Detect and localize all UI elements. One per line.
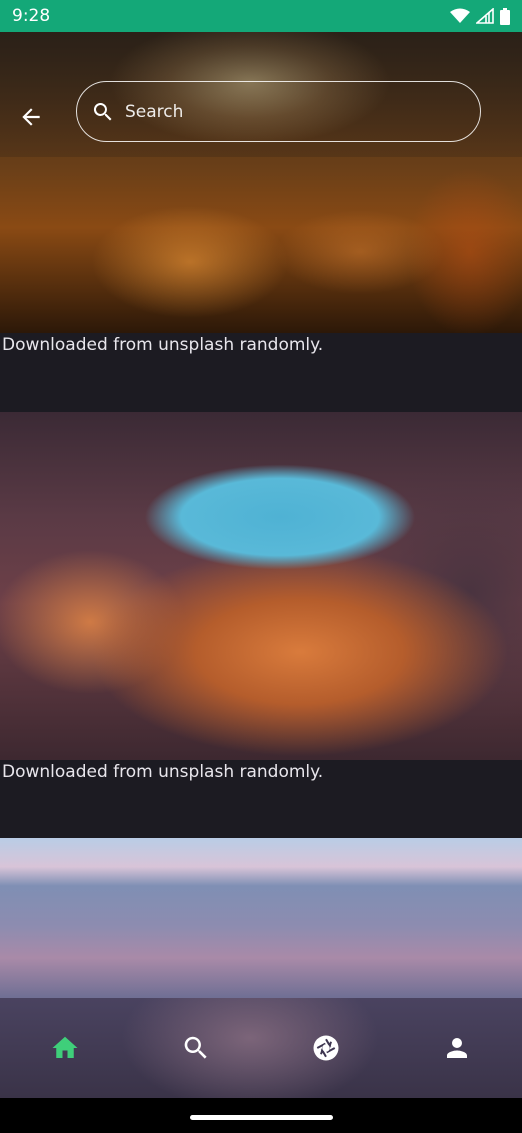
search-icon <box>184 1036 207 1059</box>
bottom-navigation <box>0 998 522 1098</box>
nav-home[interactable] <box>0 998 131 1098</box>
status-bar: 9:28 <box>0 0 522 32</box>
sea-horizon-photo[interactable] <box>0 838 522 998</box>
home-icon <box>52 1036 78 1058</box>
search-icon <box>91 100 115 124</box>
status-time: 9:28 <box>12 6 51 26</box>
nav-search[interactable] <box>131 998 262 1098</box>
photo-caption: Downloaded from unsplash randomly. <box>2 762 324 782</box>
search-input[interactable] <box>123 100 480 123</box>
cell-signal-icon <box>476 8 494 24</box>
home-gesture-handle[interactable] <box>190 1115 333 1120</box>
gesture-navigation-bar <box>0 1098 522 1133</box>
status-icons <box>450 7 510 25</box>
canyon-arch-photo[interactable] <box>0 412 522 760</box>
battery-icon <box>500 7 510 25</box>
search-box[interactable] <box>76 81 481 142</box>
top-app-bar <box>0 32 522 157</box>
back-button[interactable] <box>14 100 48 134</box>
camera-shutter-icon <box>313 1035 339 1061</box>
wifi-icon <box>450 8 470 23</box>
person-icon <box>446 1038 467 1058</box>
arrow-back-icon <box>22 108 40 126</box>
nav-profile[interactable] <box>392 998 522 1098</box>
photo-caption: Downloaded from unsplash randomly. <box>2 335 324 355</box>
nav-camera[interactable] <box>261 998 392 1098</box>
